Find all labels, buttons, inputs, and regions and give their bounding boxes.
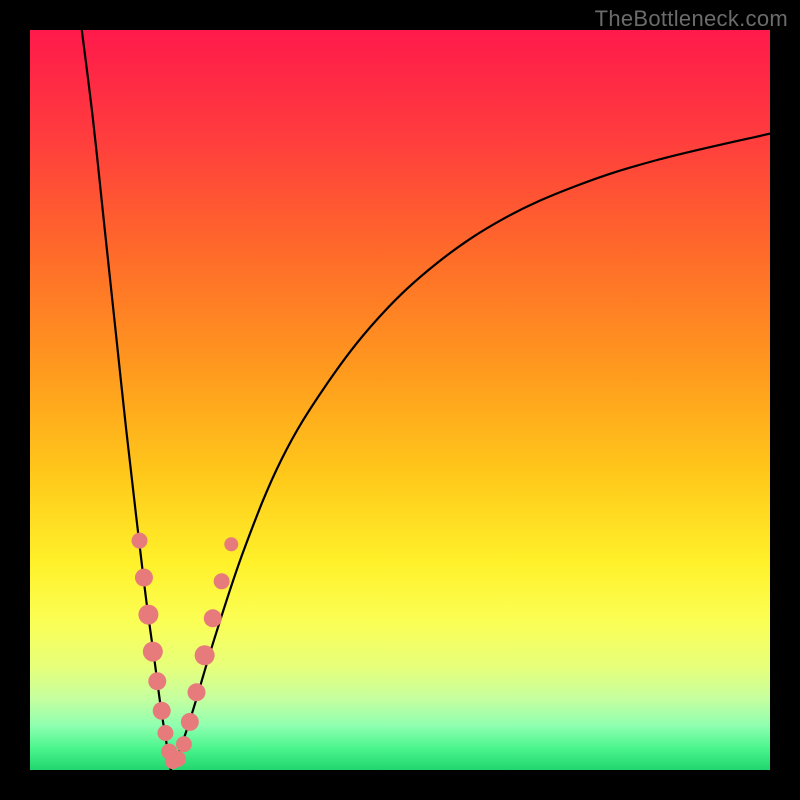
data-point xyxy=(195,645,215,665)
data-point xyxy=(188,683,206,701)
data-point xyxy=(181,713,199,731)
data-point xyxy=(157,725,173,741)
data-point xyxy=(138,605,158,625)
data-point xyxy=(135,569,153,587)
chart-plot-area xyxy=(30,30,770,770)
watermark-text: TheBottleneck.com xyxy=(595,6,788,32)
data-point xyxy=(170,751,186,767)
chart-background xyxy=(30,30,770,770)
chart-svg xyxy=(30,30,770,770)
chart-frame: TheBottleneck.com xyxy=(0,0,800,800)
data-point xyxy=(204,609,222,627)
data-point xyxy=(132,533,148,549)
data-point xyxy=(153,702,171,720)
data-point xyxy=(176,736,192,752)
data-point xyxy=(143,642,163,662)
data-point xyxy=(148,672,166,690)
data-point xyxy=(224,537,238,551)
data-point xyxy=(214,573,230,589)
